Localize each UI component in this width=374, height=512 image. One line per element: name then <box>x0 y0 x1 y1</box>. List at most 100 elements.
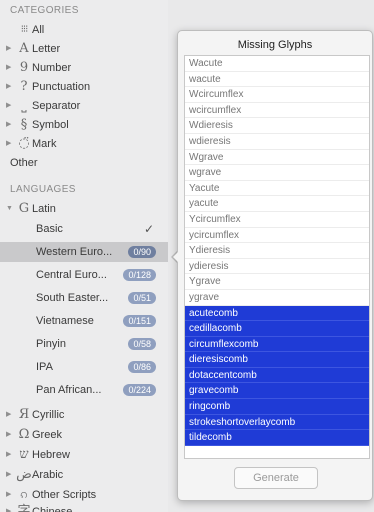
glyph-list-item[interactable]: wcircumflex <box>185 103 369 119</box>
popover-title: Missing Glyphs <box>237 39 313 51</box>
subgroup-label: Western Euro... <box>36 246 113 258</box>
subgroup-western-european[interactable]: Western Euro... 0/90 <box>0 242 168 262</box>
glyph-list-item[interactable]: ycircumflex <box>185 228 369 244</box>
glyph-list-item[interactable]: dotaccentcomb <box>185 367 369 384</box>
disclosure-triangle-icon[interactable]: ▶ <box>6 134 11 154</box>
subgroup-central-european[interactable]: Central Euro... 0/128 <box>0 265 168 285</box>
subgroup-label: Pan African... <box>36 384 102 396</box>
glyph-list-item[interactable]: yacute <box>185 196 369 212</box>
language-label: Latin <box>32 203 56 215</box>
subgroup-label: South Easter... <box>36 292 109 304</box>
glyph-list-item[interactable]: Ydieresis <box>185 243 369 259</box>
disclosure-triangle-icon[interactable]: ▶ <box>6 405 11 425</box>
glyph-list-item[interactable]: circumflexcomb <box>185 336 369 353</box>
glyph-list-item[interactable]: wdieresis <box>185 134 369 150</box>
disclosure-triangle-icon[interactable]: ▶ <box>6 115 11 135</box>
glyph-count-badge: 0/51 <box>128 292 156 304</box>
cyrillic-icon: Я <box>18 407 30 422</box>
language-cyrillic[interactable]: ▶ Я Cyrillic <box>0 405 168 425</box>
language-greek[interactable]: ▶ Ω Greek <box>0 425 168 445</box>
disclosure-triangle-icon[interactable]: ▶ <box>6 425 11 445</box>
symbol-icon: § <box>20 117 28 132</box>
subgroup-south-eastern[interactable]: South Easter... 0/51 <box>0 288 168 308</box>
glyph-list-item[interactable]: Ygrave <box>185 274 369 290</box>
category-other[interactable]: Other <box>0 153 168 173</box>
letter-icon: A <box>19 41 29 56</box>
glyph-count-badge: 0/90 <box>128 246 156 258</box>
glyph-list-item[interactable]: cedillacomb <box>185 321 369 337</box>
disclosure-triangle-icon[interactable]: ▶ <box>6 77 11 97</box>
missing-glyph-list[interactable]: Wacute wacute Wcircumflex wcircumflex Wdiere… <box>184 55 370 459</box>
glyph-list-item[interactable]: strokeshortoverlaycomb <box>185 414 369 431</box>
glyph-list-item[interactable]: wacute <box>185 72 369 88</box>
subgroup-label: Basic <box>36 223 63 235</box>
languages-header: LANGUAGES <box>10 184 76 195</box>
disclosure-triangle-icon[interactable]: ▶ <box>6 96 11 116</box>
language-chinese[interactable]: ▶ 字 Chinese <box>0 502 168 512</box>
category-label: Letter <box>32 43 61 55</box>
disclosure-triangle-icon[interactable]: ▶ <box>6 502 11 512</box>
chinese-icon: 字 <box>17 504 31 512</box>
generate-button[interactable]: Generate <box>234 467 318 489</box>
category-all[interactable]: ⁝⁝⁝ All <box>0 20 168 40</box>
glyph-list-item[interactable]: tildecomb <box>185 430 369 446</box>
disclosure-triangle-icon[interactable]: ▶ <box>6 465 11 485</box>
category-symbol[interactable]: ▶ § Symbol <box>0 115 168 135</box>
arabic-icon: ض <box>16 467 32 482</box>
glyph-list-item[interactable]: Wcircumflex <box>185 87 369 103</box>
subgroup-pan-african[interactable]: Pan African... 0/224 <box>0 380 168 400</box>
language-label: Hebrew <box>32 449 70 461</box>
glyph-list-item[interactable]: Yacute <box>185 181 369 197</box>
hebrew-icon: ש <box>19 447 29 462</box>
glyph-count-badge: 0/151 <box>123 315 156 327</box>
number-icon: 9 <box>19 60 29 75</box>
subgroup-label: Pinyin <box>36 338 66 350</box>
mark-icon: ◌̈ <box>18 136 30 151</box>
glyph-list-item[interactable]: gravecomb <box>185 383 369 400</box>
grid-icon: ⁝⁝⁝ <box>20 24 29 35</box>
subgroup-basic[interactable]: Basic ✓ <box>0 219 168 239</box>
checkmark-icon: ✓ <box>143 222 154 236</box>
punctuation-icon: ? <box>20 79 28 94</box>
glyph-list-item[interactable]: dieresiscomb <box>185 352 369 368</box>
disclosure-triangle-icon[interactable]: ▼ <box>6 199 13 219</box>
language-label: Chinese <box>32 506 73 512</box>
glyph-list-item[interactable]: Ycircumflex <box>185 212 369 228</box>
language-latin[interactable]: ▼ G Latin <box>0 199 168 219</box>
subgroup-ipa[interactable]: IPA 0/86 <box>0 357 168 377</box>
glyph-list-item[interactable]: ydieresis <box>185 259 369 275</box>
glyph-count-badge: 0/86 <box>128 361 156 373</box>
categories-header: CATEGORIES <box>10 5 79 16</box>
category-punctuation[interactable]: ▶ ? Punctuation <box>0 77 168 97</box>
glyph-list-item[interactable]: ygrave <box>185 290 369 306</box>
glyph-list-item[interactable]: Wacute <box>185 56 369 72</box>
missing-glyphs-popover: Missing Glyphs Wacute wacute Wcircumflex wc… <box>177 30 373 501</box>
disclosure-triangle-icon[interactable]: ▶ <box>6 39 11 59</box>
glyph-list-item[interactable]: Wdieresis <box>185 118 369 134</box>
subgroup-pinyin[interactable]: Pinyin 0/58 <box>0 334 168 354</box>
glyph-count-badge: 0/58 <box>128 338 156 350</box>
disclosure-triangle-icon[interactable]: ▶ <box>6 445 11 465</box>
category-label: Number <box>32 62 72 74</box>
category-label: Other <box>10 157 38 169</box>
disclosure-triangle-icon[interactable]: ▶ <box>6 58 11 78</box>
category-letter[interactable]: ▶ A Letter <box>0 39 168 59</box>
sidebar: CATEGORIES ⁝⁝⁝ All ▶ A Letter ▶ 9 Number… <box>0 0 168 512</box>
glyph-list-item[interactable]: Wgrave <box>185 150 369 166</box>
glyph-list-item[interactable]: wgrave <box>185 165 369 181</box>
category-label: Separator <box>32 100 81 112</box>
category-label: Symbol <box>32 119 69 131</box>
language-arabic[interactable]: ▶ ض Arabic <box>0 465 168 485</box>
category-number[interactable]: ▶ 9 Number <box>0 58 168 78</box>
category-mark[interactable]: ▶ ◌̈ Mark <box>0 134 168 154</box>
glyph-list-item[interactable]: acutecomb <box>185 305 369 322</box>
category-label: All <box>32 24 45 36</box>
language-label: Arabic <box>32 469 64 481</box>
subgroup-vietnamese[interactable]: Vietnamese 0/151 <box>0 311 168 331</box>
category-separator[interactable]: ▶ ⎵ Separator <box>0 96 168 116</box>
language-label: Cyrillic <box>32 409 65 421</box>
language-hebrew[interactable]: ▶ ש Hebrew <box>0 445 168 465</box>
glyph-count-badge: 0/128 <box>123 269 156 281</box>
greek-icon: Ω <box>18 427 30 442</box>
glyph-list-item[interactable]: ringcomb <box>185 399 369 415</box>
